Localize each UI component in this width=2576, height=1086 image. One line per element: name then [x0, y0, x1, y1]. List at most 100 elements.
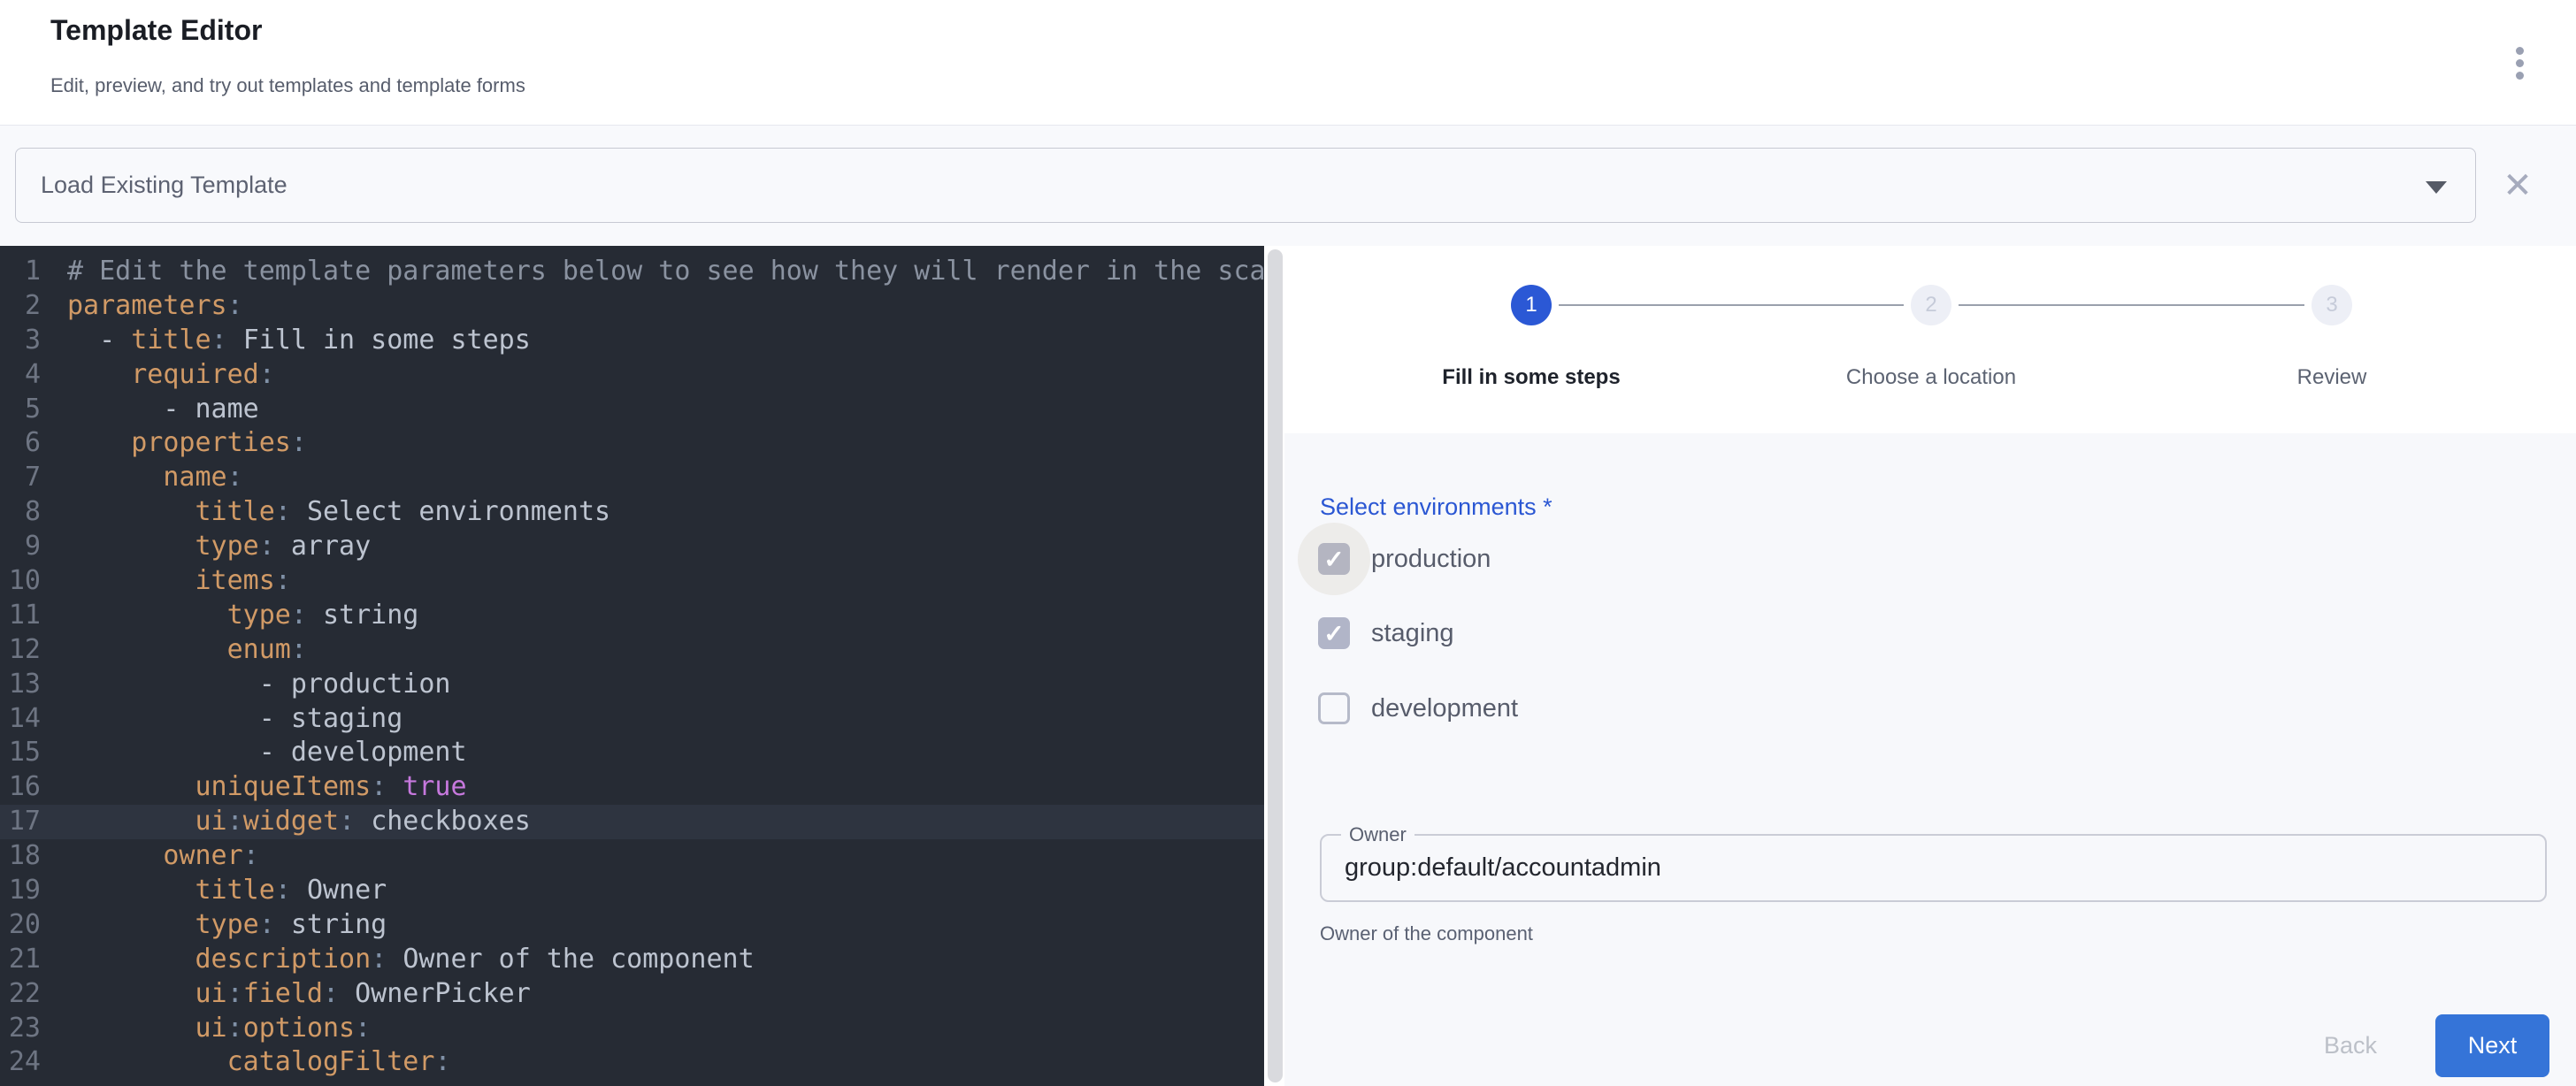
kebab-dot [2516, 59, 2524, 67]
code-text: type: string [67, 599, 418, 633]
line-number: 15 [0, 736, 41, 770]
line-number: 14 [0, 702, 41, 737]
code-line[interactable]: 15 - development [0, 736, 1264, 770]
code-line[interactable]: 11 type: string [0, 599, 1264, 633]
yaml-code-editor[interactable]: 1# Edit the template parameters below to… [0, 246, 1264, 1086]
checked-checkbox[interactable]: ✓ [1318, 543, 1350, 575]
code-line[interactable]: 21 description: Owner of the component [0, 943, 1264, 977]
checkbox-row-staging[interactable]: ✓staging [1318, 617, 1454, 649]
code-line[interactable]: 17 ui:widget: checkboxes [0, 805, 1264, 839]
code-text: enum: [67, 633, 307, 668]
line-number: 13 [0, 668, 41, 702]
code-line[interactable]: 22 ui:field: OwnerPicker [0, 977, 1264, 1012]
code-line[interactable]: 19 title: Owner [0, 874, 1264, 908]
line-number: 16 [0, 770, 41, 805]
code-line[interactable]: 16 uniqueItems: true [0, 770, 1264, 805]
code-text: parameters: [67, 289, 243, 324]
code-line[interactable]: 2 parameters: [0, 289, 1264, 324]
code-text: - development [67, 736, 467, 770]
line-number: 24 [0, 1045, 41, 1080]
code-text: owner: [67, 839, 259, 874]
code-line[interactable]: 13 - production [0, 668, 1264, 702]
code-text: ui:widget: checkboxes [67, 805, 531, 839]
line-number: 7 [0, 461, 41, 495]
code-text: title: Select environments [67, 495, 610, 530]
code-text: title: Owner [67, 874, 387, 908]
code-line[interactable]: 8 title: Select environments [0, 495, 1264, 530]
checked-checkbox[interactable]: ✓ [1318, 617, 1350, 649]
step-connector [1959, 304, 2304, 306]
code-line[interactable]: 14 - staging [0, 702, 1264, 737]
kebab-menu-icon[interactable] [2500, 37, 2539, 88]
unchecked-checkbox[interactable] [1318, 692, 1350, 724]
kebab-dot [2516, 47, 2524, 55]
page-subtitle: Edit, preview, and try out templates and… [50, 74, 525, 97]
wizard-stepper: 1Fill in some steps2Choose a location3Re… [1284, 246, 2576, 433]
check-icon: ✓ [1318, 543, 1350, 575]
kebab-dot [2516, 72, 2524, 80]
line-number: 12 [0, 633, 41, 668]
code-line[interactable]: 4 required: [0, 358, 1264, 393]
template-toolbar: Load Existing Template ✕ [0, 125, 2576, 246]
owner-input-field[interactable]: Owner group:default/accountadmin [1320, 834, 2547, 902]
code-text: type: array [67, 530, 371, 564]
select-placeholder-label: Load Existing Template [41, 172, 288, 199]
wizard-form: Select environments * ✓ production ✓stagin… [1284, 433, 2576, 1086]
code-line[interactable]: 1# Edit the template parameters below to… [0, 255, 1264, 289]
check-icon: ✓ [1318, 617, 1350, 649]
line-number: 1 [0, 255, 41, 289]
line-number: 11 [0, 599, 41, 633]
code-line[interactable]: 23 ui:options: [0, 1012, 1264, 1046]
load-existing-template-select[interactable]: Load Existing Template [15, 148, 2476, 223]
code-text: catalogFilter: [67, 1045, 451, 1080]
line-number: 10 [0, 564, 41, 599]
line-number: 23 [0, 1012, 41, 1046]
checkbox-row-production[interactable]: ✓ production [1318, 543, 1491, 575]
step-circle-2[interactable]: 2 [1911, 285, 1951, 325]
code-text: - title: Fill in some steps [67, 324, 531, 358]
code-line[interactable]: 9 type: array [0, 530, 1264, 564]
code-line[interactable]: 12 enum: [0, 633, 1264, 668]
code-text: - production [67, 668, 451, 702]
step-circle-3[interactable]: 3 [2312, 285, 2352, 325]
line-number: 2 [0, 289, 41, 324]
code-text: - name [67, 393, 259, 427]
line-number: 22 [0, 977, 41, 1012]
code-text: uniqueItems: true [67, 770, 467, 805]
line-number: 6 [0, 426, 41, 461]
checkbox-row-development[interactable]: development [1318, 692, 1518, 724]
step-circle-1[interactable]: 1 [1511, 285, 1552, 325]
line-number: 20 [0, 908, 41, 943]
line-number: 21 [0, 943, 41, 977]
page-title: Template Editor [50, 14, 262, 47]
code-line[interactable]: 10 items: [0, 564, 1264, 599]
code-line[interactable]: 5 - name [0, 393, 1264, 427]
chevron-down-icon [2426, 181, 2447, 194]
code-line[interactable]: 3 - title: Fill in some steps [0, 324, 1264, 358]
step-label: Choose a location [1846, 365, 2016, 390]
code-line[interactable]: 6 properties: [0, 426, 1264, 461]
line-number: 19 [0, 874, 41, 908]
code-line[interactable]: 24 catalogFilter: [0, 1045, 1264, 1080]
checkbox-label: production [1371, 545, 1491, 574]
step-label: Fill in some steps [1442, 365, 1620, 390]
code-text: type: string [67, 908, 387, 943]
code-line[interactable]: 18 owner: [0, 839, 1264, 874]
owner-helper-text: Owner of the component [1320, 922, 1533, 945]
page-header: Template Editor Edit, preview, and try o… [0, 0, 2576, 125]
code-text: ui:field: OwnerPicker [67, 977, 531, 1012]
panel-scrollbar[interactable] [1268, 249, 1283, 1082]
line-number: 3 [0, 324, 41, 358]
next-button[interactable]: Next [2435, 1014, 2549, 1077]
code-text: description: Owner of the component [67, 943, 755, 977]
environments-group-label: Select environments * [1320, 493, 1552, 521]
template-preview-panel: 1Fill in some steps2Choose a location3Re… [1284, 246, 2576, 1086]
code-line[interactable]: 7 name: [0, 461, 1264, 495]
checkbox-label: development [1371, 694, 1518, 723]
line-number: 5 [0, 393, 41, 427]
line-number: 8 [0, 495, 41, 530]
back-button[interactable]: Back [2293, 1014, 2408, 1077]
code-text: required: [67, 358, 275, 393]
code-line[interactable]: 20 type: string [0, 908, 1264, 943]
close-icon[interactable]: ✕ [2495, 163, 2541, 209]
